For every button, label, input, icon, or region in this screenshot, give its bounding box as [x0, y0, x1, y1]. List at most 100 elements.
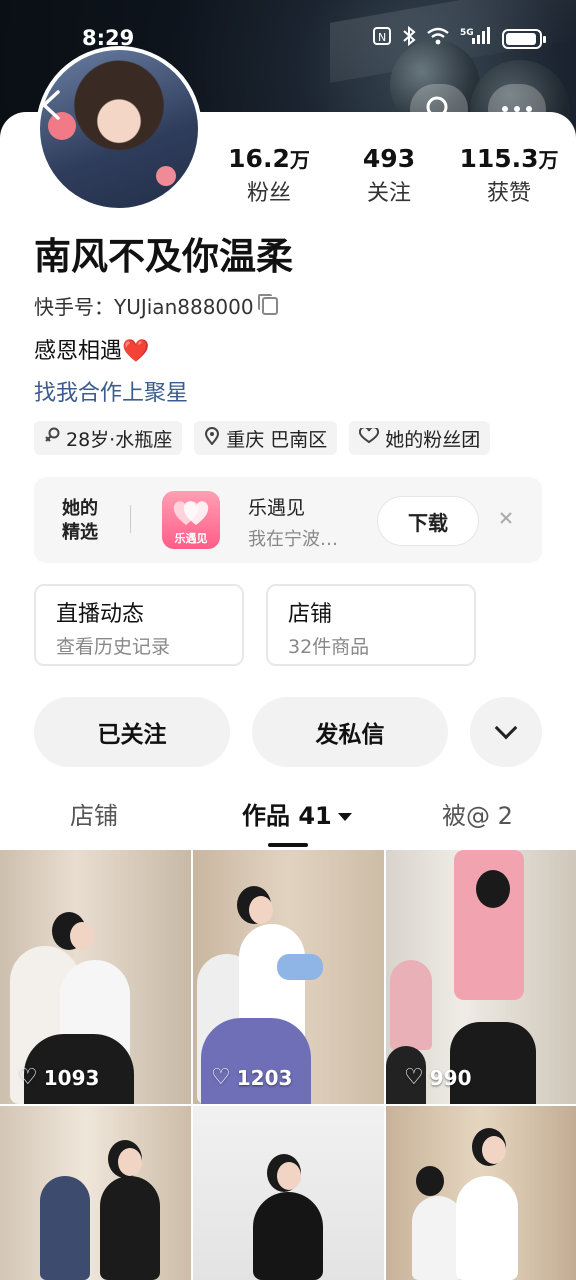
- video-subject: [70, 922, 94, 950]
- stat-following[interactable]: 493 关注: [334, 144, 444, 207]
- profile-bio: 感恩相遇❤️: [34, 333, 149, 365]
- stat-unit: 万: [289, 148, 310, 172]
- tab-works-label: 作品 41: [242, 802, 332, 830]
- followed-button[interactable]: 已关注: [34, 697, 230, 767]
- profile-name: 南风不及你温柔: [34, 235, 293, 278]
- video-subject: [476, 870, 510, 908]
- more-options-button[interactable]: [488, 84, 546, 134]
- video-thumbnail[interactable]: ♡ 990: [386, 850, 576, 1104]
- message-button[interactable]: 发私信: [252, 697, 448, 767]
- video-subject: [450, 1022, 536, 1104]
- tab-works[interactable]: 作品 41: [242, 796, 352, 831]
- battery-icon: [502, 28, 546, 49]
- video-thumbnail[interactable]: [386, 1106, 576, 1280]
- like-count-text: 1093: [43, 1065, 100, 1090]
- video-subject: [416, 1166, 444, 1196]
- back-button[interactable]: [36, 88, 76, 128]
- back-arrow-icon: [41, 90, 60, 120]
- video-thumbnail[interactable]: ♡ 1203: [193, 850, 384, 1104]
- flower-decoration: [156, 166, 176, 186]
- gender-female-icon: [44, 427, 60, 449]
- stat-value: 493: [362, 144, 416, 173]
- tab-shop[interactable]: 店铺: [70, 796, 118, 831]
- heart-emoji-icon: ❤️: [122, 339, 150, 364]
- video-thumbnail[interactable]: [193, 1106, 384, 1280]
- video-subject: [390, 960, 432, 1050]
- app-icon[interactable]: 乐遇见: [162, 491, 220, 549]
- video-grid: ♡ 1093 ♡ 1203 ♡ 990: [0, 850, 576, 1280]
- stat-unit: 万: [538, 148, 559, 172]
- profile-stats: 16.2万 粉丝 493 关注 115.3万 获赞: [214, 144, 564, 207]
- kuaishou-id-text: 快手号：YUJian888000: [34, 295, 254, 319]
- 5g-signal-icon: 5G: [460, 26, 492, 51]
- expand-button[interactable]: [470, 697, 542, 767]
- bio-text: 感恩相遇: [34, 339, 123, 364]
- shop-subtitle: 32件商品: [288, 636, 370, 658]
- status-icons: N 5G: [372, 25, 546, 51]
- close-icon[interactable]: [498, 507, 514, 531]
- kuaishou-id: 快手号：YUJian888000: [34, 291, 278, 320]
- tag-text: 她的粉丝团: [385, 428, 481, 451]
- tag-fan-group[interactable]: 她的粉丝团: [349, 421, 491, 455]
- avatar-image: [40, 50, 198, 208]
- chevron-down-icon: [494, 716, 518, 740]
- heart-outline-icon: ♡: [211, 1065, 231, 1090]
- video-subject: [277, 1162, 301, 1190]
- video-subject: [118, 1148, 142, 1176]
- like-count: ♡ 990: [404, 1065, 471, 1090]
- stat-fans[interactable]: 16.2万 粉丝: [214, 144, 324, 207]
- video-subject: [201, 1018, 311, 1104]
- picks-label-line: 精选: [62, 522, 98, 543]
- tag-age: 28岁·水瓶座: [34, 421, 183, 455]
- search-button[interactable]: [410, 84, 468, 134]
- collab-link[interactable]: 找我合作上聚星: [34, 375, 188, 407]
- picks-label-line: 她的: [62, 498, 98, 519]
- shop-card[interactable]: 店铺 32件商品: [266, 584, 476, 666]
- tab-mentioned[interactable]: 被@ 2: [442, 796, 513, 831]
- fan-group-heart-icon: [359, 426, 380, 448]
- tag-text: 28岁·水瓶座: [66, 428, 173, 451]
- bluetooth-icon: [402, 25, 416, 51]
- avatar[interactable]: [36, 46, 202, 212]
- copy-icon[interactable]: [257, 293, 278, 315]
- download-button[interactable]: 下载: [378, 497, 478, 545]
- like-count: ♡ 1093: [18, 1065, 99, 1090]
- tag-text: 重庆 巴南区: [226, 428, 328, 451]
- more-dots-icon: [502, 106, 532, 112]
- video-subject: [253, 1192, 323, 1280]
- video-subject: [277, 954, 323, 980]
- video-subject: [456, 1176, 518, 1280]
- svg-text:N: N: [378, 31, 386, 44]
- stat-label: 粉丝: [246, 181, 291, 206]
- wifi-icon: [426, 27, 450, 50]
- divider: [130, 505, 131, 533]
- svg-text:5G: 5G: [460, 28, 474, 38]
- status-bar: 8:29 N 5G: [0, 22, 576, 56]
- picks-label: 她的 精选: [62, 497, 98, 545]
- video-subject: [249, 896, 273, 924]
- profile-tags: 28岁·水瓶座 重庆 巴南区 她的粉丝团: [34, 421, 491, 455]
- stat-label: 获赞: [486, 181, 531, 206]
- video-subject: [40, 1176, 90, 1280]
- video-subject: [100, 1176, 160, 1280]
- caret-down-icon: [337, 813, 352, 821]
- live-title: 直播动态: [56, 602, 145, 627]
- heart-outline-icon: ♡: [404, 1065, 424, 1090]
- stat-label: 关注: [366, 181, 411, 206]
- app-description: 我在宁波…: [248, 529, 338, 550]
- video-thumbnail[interactable]: ♡ 1093: [0, 850, 191, 1104]
- live-subtitle: 查看历史记录: [56, 636, 171, 658]
- stat-value: 115.3: [459, 144, 539, 173]
- like-count-text: 990: [429, 1065, 472, 1090]
- like-count: ♡ 1203: [211, 1065, 292, 1090]
- video-thumbnail[interactable]: [0, 1106, 191, 1280]
- stat-value: 16.2: [228, 144, 290, 173]
- shop-title: 店铺: [288, 602, 333, 627]
- stat-likes[interactable]: 115.3万 获赞: [454, 144, 564, 207]
- tag-location[interactable]: 重庆 巴南区: [194, 421, 338, 455]
- live-history-card[interactable]: 直播动态 查看历史记录: [34, 584, 244, 666]
- heart-outline-icon: ♡: [18, 1065, 38, 1090]
- app-icon-text: 乐遇见: [174, 532, 208, 545]
- tab-active-indicator: [268, 843, 308, 847]
- app-name[interactable]: 乐遇见: [248, 493, 305, 520]
